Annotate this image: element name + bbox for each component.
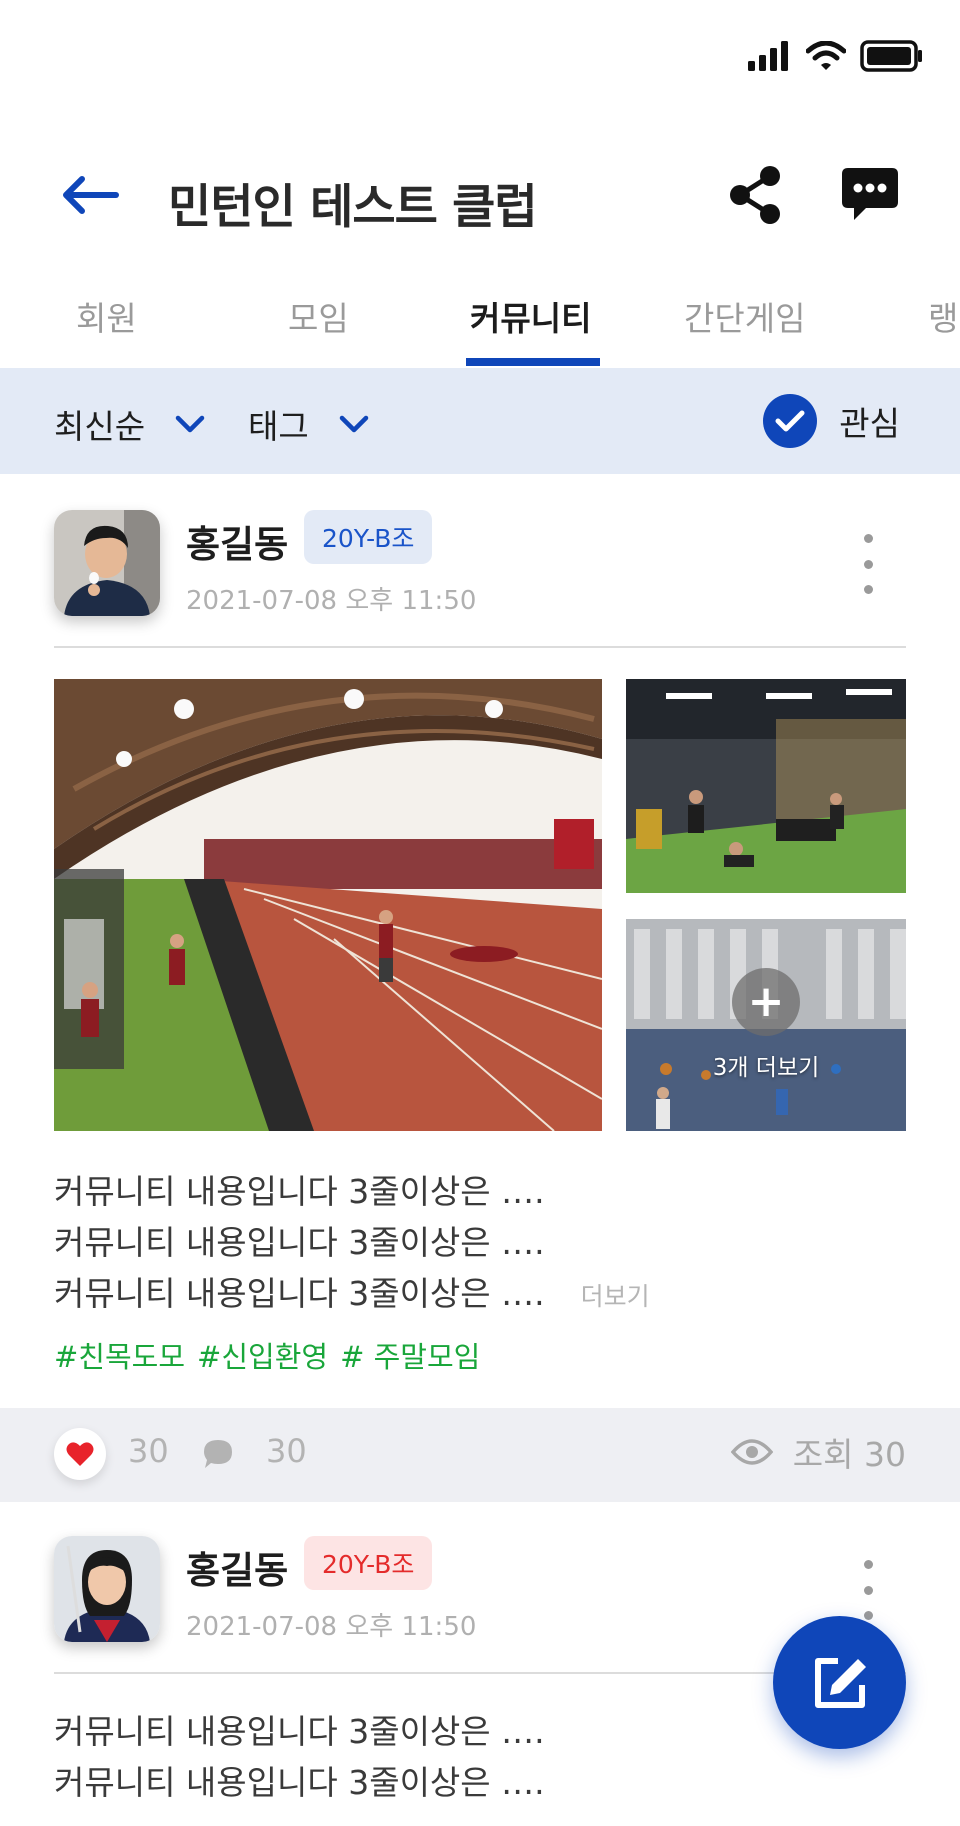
post-body: 커뮤니티 내용입니다 3줄이상은 …. 커뮤니티 내용입니다 3줄이상은 …. … <box>54 1166 650 1322</box>
post-body-line: 커뮤니티 내용입니다 3줄이상은 …. <box>54 1712 545 1751</box>
view-count-wrap: 조회 30 <box>730 1428 906 1476</box>
post-photo-2[interactable] <box>626 679 906 893</box>
page-title: 민턴인 테스트 클럽 <box>168 180 538 235</box>
signal-icon <box>748 41 788 71</box>
hashtag[interactable]: #친목도모 <box>54 1334 185 1376</box>
author-name: 홍길동 <box>186 1549 289 1592</box>
eye-icon <box>730 1439 773 1465</box>
hashtag[interactable]: # 주말모임 <box>340 1334 480 1376</box>
more-photos-label: 3개 더보기 <box>712 1055 820 1081</box>
tab-indicator <box>466 358 600 366</box>
status-bar <box>0 0 960 112</box>
avatar[interactable] <box>54 1536 160 1642</box>
chevron-down-icon <box>175 415 205 433</box>
more-photos-overlay[interactable]: + 3개 더보기 <box>626 919 906 1131</box>
wifi-icon <box>806 41 846 70</box>
tab-bar: 회원 모임 커뮤니티 간단게임 랭 <box>0 282 960 368</box>
tag-filter-label: 태그 <box>248 407 309 446</box>
back-button[interactable] <box>60 168 124 222</box>
post-body-line: 커뮤니티 내용입니다 3줄이상은 …. <box>54 1763 545 1802</box>
post-date: 2021-07-08 오후 11:50 <box>186 1612 477 1642</box>
post-body-line: 커뮤니티 내용입니다 3줄이상은 …. <box>54 1223 545 1262</box>
post-body: 커뮤니티 내용입니다 3줄이상은 …. 커뮤니티 내용입니다 3줄이상은 …. <box>54 1706 545 1808</box>
tab-meetings[interactable]: 모임 <box>288 292 349 340</box>
check-icon <box>763 394 818 448</box>
post-date: 2021-07-08 오후 11:50 <box>186 586 477 616</box>
reaction-bar: 30 30 조회 30 <box>0 1408 960 1502</box>
tab-ranking[interactable]: 랭 <box>928 292 958 340</box>
tab-members[interactable]: 회원 <box>76 292 137 340</box>
sort-dropdown[interactable]: 최신순 <box>54 400 205 448</box>
chat-button[interactable] <box>840 164 900 224</box>
divider <box>54 646 906 648</box>
filter-bar: 최신순 태그 관심 <box>0 368 960 474</box>
app-header: 민턴인 테스트 클럽 <box>0 150 960 240</box>
more-dots-icon <box>863 534 873 543</box>
author-name: 홍길동 <box>186 523 289 566</box>
share-button[interactable] <box>726 164 784 226</box>
group-badge: 20Y-B조 <box>304 510 433 564</box>
avatar[interactable] <box>54 510 160 616</box>
tab-quick-game[interactable]: 간단게임 <box>684 292 805 340</box>
interest-label: 관심 <box>839 404 900 443</box>
edit-icon <box>814 1657 866 1708</box>
more-options-button[interactable] <box>856 1560 880 1620</box>
comment-count: 30 <box>266 1432 307 1470</box>
tab-community[interactable]: 커뮤니티 <box>470 292 591 340</box>
chat-icon <box>842 168 898 220</box>
chevron-down-icon <box>339 415 368 433</box>
post-photo-3[interactable]: + 3개 더보기 <box>626 919 906 1131</box>
post-photo-main[interactable] <box>54 679 602 1131</box>
back-arrow-icon <box>63 176 119 214</box>
post-body-line: 커뮤니티 내용입니다 3줄이상은 …. <box>54 1172 545 1211</box>
view-count: 조회 30 <box>792 1435 906 1474</box>
comment-icon[interactable] <box>202 1438 234 1470</box>
tag-dropdown[interactable]: 태그 <box>248 400 369 448</box>
plus-icon: + <box>732 968 800 1036</box>
interest-toggle[interactable]: 관심 <box>763 394 900 448</box>
group-badge: 20Y-B조 <box>304 1536 433 1590</box>
status-icons <box>748 40 924 72</box>
read-more-link[interactable]: 더보기 <box>581 1282 650 1311</box>
share-icon <box>730 166 780 224</box>
post-body-line: 커뮤니티 내용입니다 3줄이상은 …. <box>54 1274 545 1313</box>
hashtag[interactable]: #신입환영 <box>197 1334 328 1376</box>
like-count: 30 <box>128 1432 169 1470</box>
post-header: 홍길동 20Y-B조 2021-07-08 오후 11:50 <box>0 510 960 646</box>
write-post-button[interactable] <box>773 1616 906 1749</box>
more-options-button[interactable] <box>856 534 880 594</box>
more-dots-icon <box>863 1560 873 1569</box>
battery-icon <box>860 40 922 72</box>
like-button[interactable] <box>54 1428 106 1480</box>
post-tags: #친목도모 #신입환영 # 주말모임 <box>54 1334 480 1376</box>
heart-icon <box>66 1442 94 1466</box>
sort-label: 최신순 <box>54 407 146 446</box>
